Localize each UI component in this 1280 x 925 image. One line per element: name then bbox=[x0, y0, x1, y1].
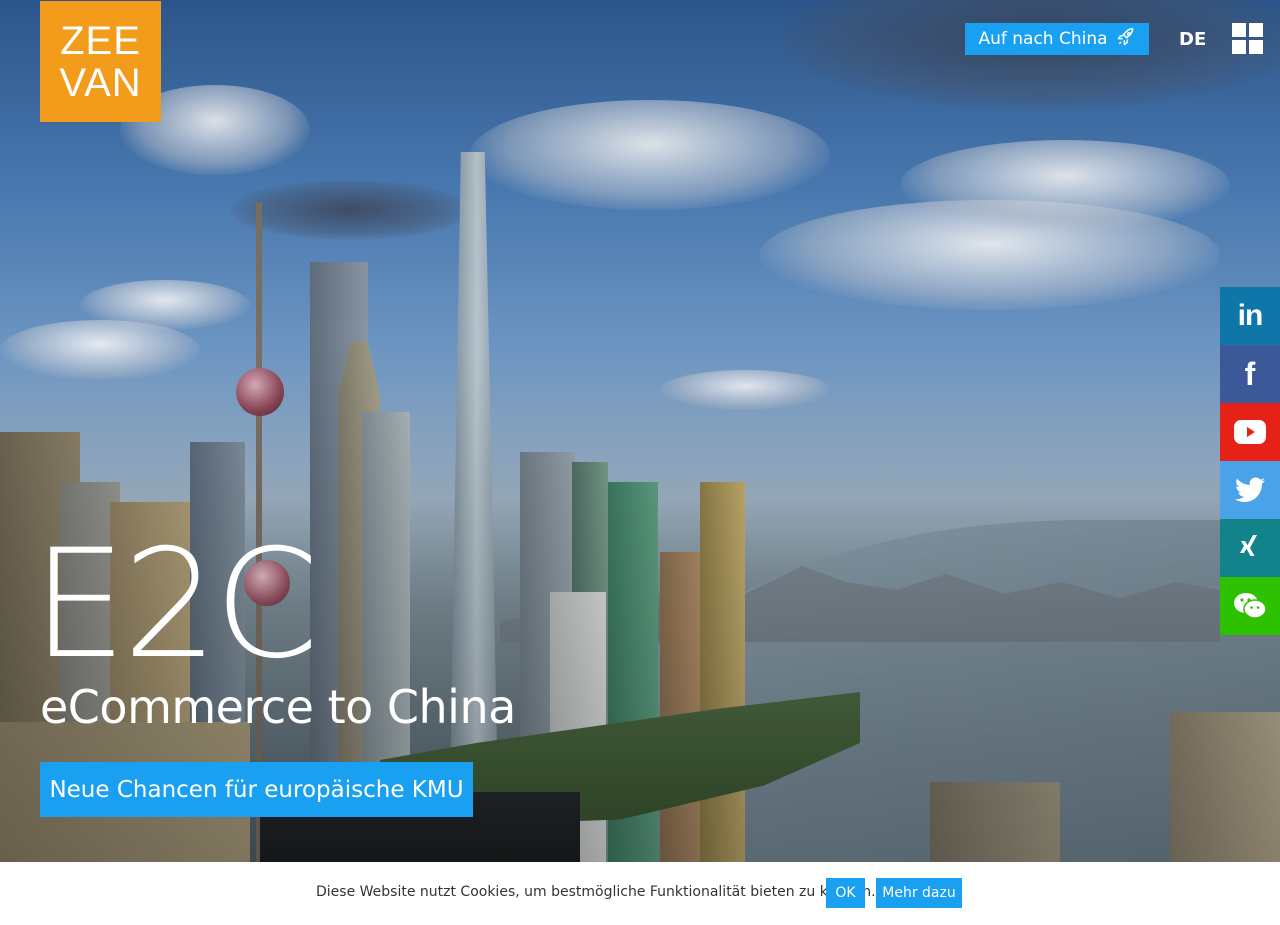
neue-chancen-button[interactable]: Neue Chancen für europäische KMU bbox=[40, 762, 473, 817]
linkedin-link[interactable]: in bbox=[1220, 287, 1280, 345]
logo-line-1: ZEE bbox=[60, 18, 141, 63]
youtube-link[interactable] bbox=[1220, 403, 1280, 461]
menu-square bbox=[1232, 40, 1246, 54]
youtube-icon bbox=[1234, 420, 1266, 444]
cookie-more-button[interactable]: Mehr dazu bbox=[876, 878, 962, 908]
menu-square bbox=[1249, 40, 1263, 54]
twitter-icon bbox=[1235, 477, 1265, 502]
social-media-bar: in f bbox=[1220, 287, 1280, 635]
menu-square bbox=[1249, 23, 1263, 37]
hero-title: E2C bbox=[32, 518, 319, 692]
twitter-link[interactable] bbox=[1220, 461, 1280, 519]
facebook-icon: f bbox=[1244, 355, 1256, 392]
wechat-link[interactable] bbox=[1220, 577, 1280, 635]
cta-top-label: Auf nach China bbox=[978, 29, 1108, 49]
cookie-notice-text: Diese Website nutzt Cookies, um bestmögl… bbox=[316, 884, 876, 900]
zeevan-logo[interactable]: ZEE VAN bbox=[40, 1, 161, 122]
linkedin-icon: in bbox=[1237, 299, 1264, 332]
rocket-icon bbox=[1116, 27, 1136, 52]
cookie-ok-button[interactable]: OK bbox=[826, 878, 865, 908]
menu-square bbox=[1232, 23, 1246, 37]
hero-subtitle: eCommerce to China bbox=[40, 680, 516, 734]
auf-nach-china-button[interactable]: Auf nach China bbox=[965, 23, 1149, 55]
xing-icon bbox=[1240, 535, 1257, 556]
language-switcher[interactable]: DE bbox=[1179, 29, 1206, 50]
logo-line-2: VAN bbox=[59, 60, 142, 105]
grid-menu-icon[interactable] bbox=[1232, 23, 1263, 54]
xing-link[interactable] bbox=[1220, 519, 1280, 577]
facebook-link[interactable]: f bbox=[1220, 345, 1280, 403]
wechat-icon bbox=[1234, 593, 1267, 619]
